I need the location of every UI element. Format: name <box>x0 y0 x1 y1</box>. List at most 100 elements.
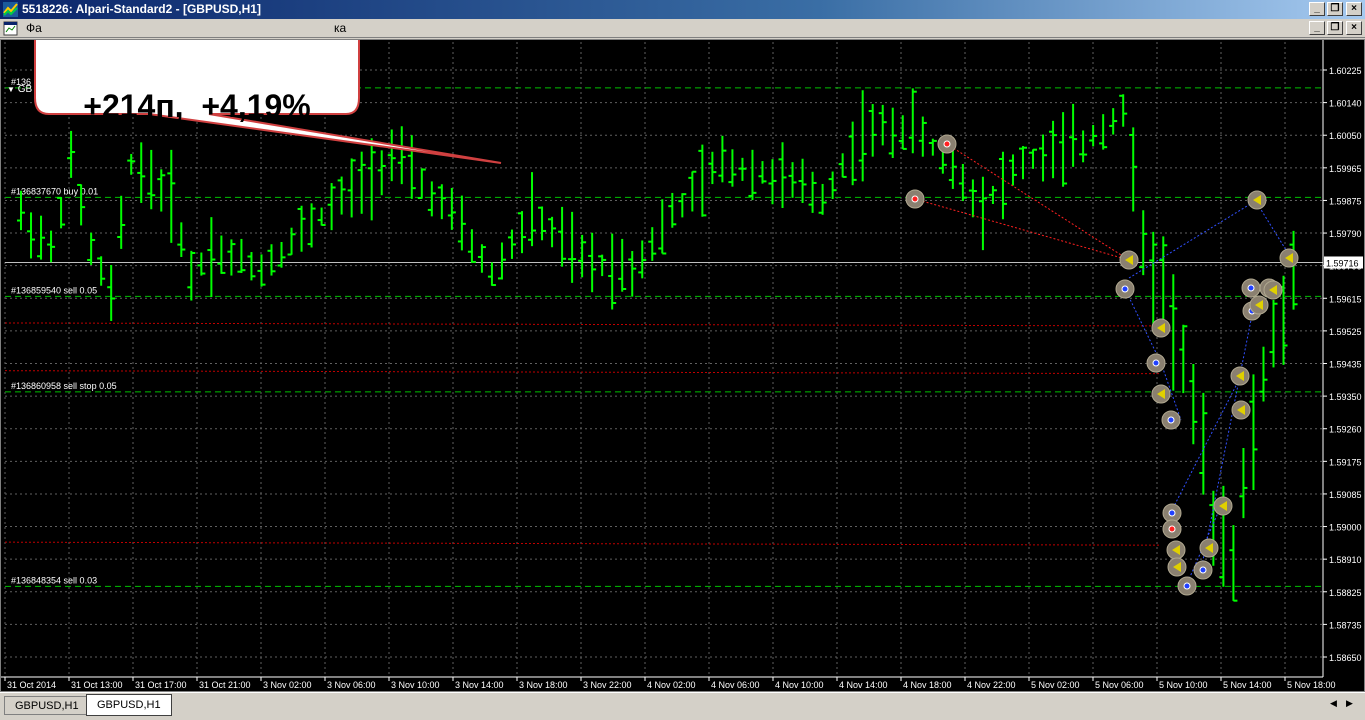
trade-marker <box>905 189 925 209</box>
price-label: 1.58825 <box>1329 588 1362 598</box>
dot-icon <box>1168 525 1176 533</box>
stop-line <box>4 322 1162 327</box>
mdi-minimize-button[interactable]: _ <box>1309 21 1325 35</box>
app-icon <box>3 2 18 17</box>
dot-icon <box>1183 582 1191 590</box>
trade-path <box>1128 199 1258 279</box>
order-label: #136848354 sell 0.03 <box>11 575 97 585</box>
trade-marker <box>1151 318 1171 338</box>
price-label: 1.58910 <box>1329 555 1362 565</box>
time-label: 5 Nov 10:00 <box>1159 680 1208 690</box>
trade-marker <box>937 134 957 154</box>
price-label: 1.59965 <box>1329 164 1362 174</box>
menu-bar: Фа ка <box>0 19 1365 38</box>
price-label: 1.59175 <box>1329 457 1362 467</box>
tab-scroll-left-icon[interactable]: ◀ <box>1330 698 1337 709</box>
time-label: 5 Nov 02:00 <box>1031 680 1080 690</box>
trade-marker <box>1119 250 1139 270</box>
time-label: 4 Nov 02:00 <box>647 680 696 690</box>
chart-window[interactable]: #136 #136837670 buy 0.01 #136859540 sell 0… <box>0 39 1365 692</box>
dot-icon <box>1199 566 1207 574</box>
time-label: 31 Oct 17:00 <box>135 680 187 690</box>
price-label: 1.59615 <box>1329 294 1362 304</box>
price-label: 1.59525 <box>1329 327 1362 337</box>
dot-icon <box>1247 284 1255 292</box>
price-label: 1.59260 <box>1329 425 1362 435</box>
trade-marker <box>1193 560 1213 580</box>
trade-marker <box>1151 384 1171 404</box>
time-label: 3 Nov 02:00 <box>263 680 312 690</box>
trade-marker <box>1115 279 1135 299</box>
trade-marker <box>1146 353 1166 373</box>
close-button[interactable]: × <box>1346 2 1362 16</box>
mdi-restore-button[interactable]: ❐ <box>1327 21 1343 35</box>
menu-file[interactable]: Фа <box>26 19 42 38</box>
trade-marker <box>1263 280 1283 300</box>
time-label: 3 Nov 18:00 <box>519 680 568 690</box>
trade-marker <box>1247 190 1267 210</box>
trade-marker <box>1231 400 1251 420</box>
stop-line <box>4 370 1162 375</box>
time-label: 3 Nov 22:00 <box>583 680 632 690</box>
price-label: 1.59350 <box>1329 392 1362 402</box>
title-bar[interactable]: 5518226: Alpari-Standard2 - [GBPUSD,H1] … <box>0 0 1365 19</box>
trade-marker <box>1162 503 1182 523</box>
minimize-button[interactable]: _ <box>1309 2 1325 16</box>
callout-bubble <box>34 40 502 164</box>
price-label: 1.59000 <box>1329 523 1362 533</box>
order-label: #136860958 sell stop 0.05 <box>11 381 117 391</box>
time-label: 4 Nov 14:00 <box>839 680 888 690</box>
time-label: 3 Nov 06:00 <box>327 680 376 690</box>
time-label: 5 Nov 18:00 <box>1287 680 1336 690</box>
dot-icon <box>911 195 919 203</box>
time-label: 4 Nov 10:00 <box>775 680 824 690</box>
trade-paths <box>914 143 1292 587</box>
time-label: 5 Nov 06:00 <box>1095 680 1144 690</box>
time-label: 4 Nov 22:00 <box>967 680 1016 690</box>
price-label: 1.59790 <box>1329 229 1362 239</box>
dot-icon <box>1121 285 1129 293</box>
restore-button[interactable]: ❐ <box>1327 2 1343 16</box>
price-label: 1.60050 <box>1329 131 1362 141</box>
trade-marker <box>1166 540 1186 560</box>
mdi-close-button[interactable]: × <box>1346 21 1362 35</box>
price-label: 1.58735 <box>1329 620 1362 630</box>
trade-path <box>946 143 1130 261</box>
stop-line <box>4 541 1162 546</box>
chart-tab-active[interactable]: GBPUSD,H1 <box>86 694 172 716</box>
window-title: 5518226: Alpari-Standard2 - [GBPUSD,H1] <box>22 2 261 16</box>
trade-marker <box>1167 557 1187 577</box>
trade-path <box>914 198 1130 261</box>
tab-scroll-right-icon[interactable]: ▶ <box>1346 698 1353 709</box>
chart-tab[interactable]: GBPUSD,H1 <box>4 696 90 715</box>
price-label: 1.59875 <box>1329 196 1362 206</box>
chart-tab-bar: GBPUSD,H1 GBPUSD,H1 <box>0 692 1365 720</box>
time-label: 31 Oct 2014 <box>7 680 56 690</box>
time-label: 5 Nov 14:00 <box>1223 680 1272 690</box>
price-label: 1.60140 <box>1329 99 1362 109</box>
trade-marker <box>1279 248 1299 268</box>
dot-icon <box>943 140 951 148</box>
trade-marker <box>1199 538 1219 558</box>
document-icon[interactable] <box>3 21 18 36</box>
dot-icon <box>1167 416 1175 424</box>
current-price-label: 1.59716 <box>1326 258 1359 268</box>
trade-marker <box>1177 576 1197 596</box>
trade-marker <box>1249 295 1269 315</box>
menu-item-partial[interactable]: ка <box>334 19 346 38</box>
price-label: 1.58650 <box>1329 653 1362 663</box>
trade-marker <box>1230 366 1250 386</box>
trade-marker <box>1162 519 1182 539</box>
time-label: 3 Nov 10:00 <box>391 680 440 690</box>
time-label: 3 Nov 14:00 <box>455 680 504 690</box>
price-label: 1.59085 <box>1329 490 1362 500</box>
dot-icon <box>1168 509 1176 517</box>
time-label: 4 Nov 18:00 <box>903 680 952 690</box>
time-label: 31 Oct 13:00 <box>71 680 123 690</box>
order-label: #136859540 sell 0.05 <box>11 285 97 295</box>
trade-marker <box>1161 410 1181 430</box>
trade-marker <box>1213 496 1233 516</box>
trade-path <box>1200 289 1258 571</box>
price-label: 1.60225 <box>1329 66 1362 76</box>
time-label: 4 Nov 06:00 <box>711 680 760 690</box>
